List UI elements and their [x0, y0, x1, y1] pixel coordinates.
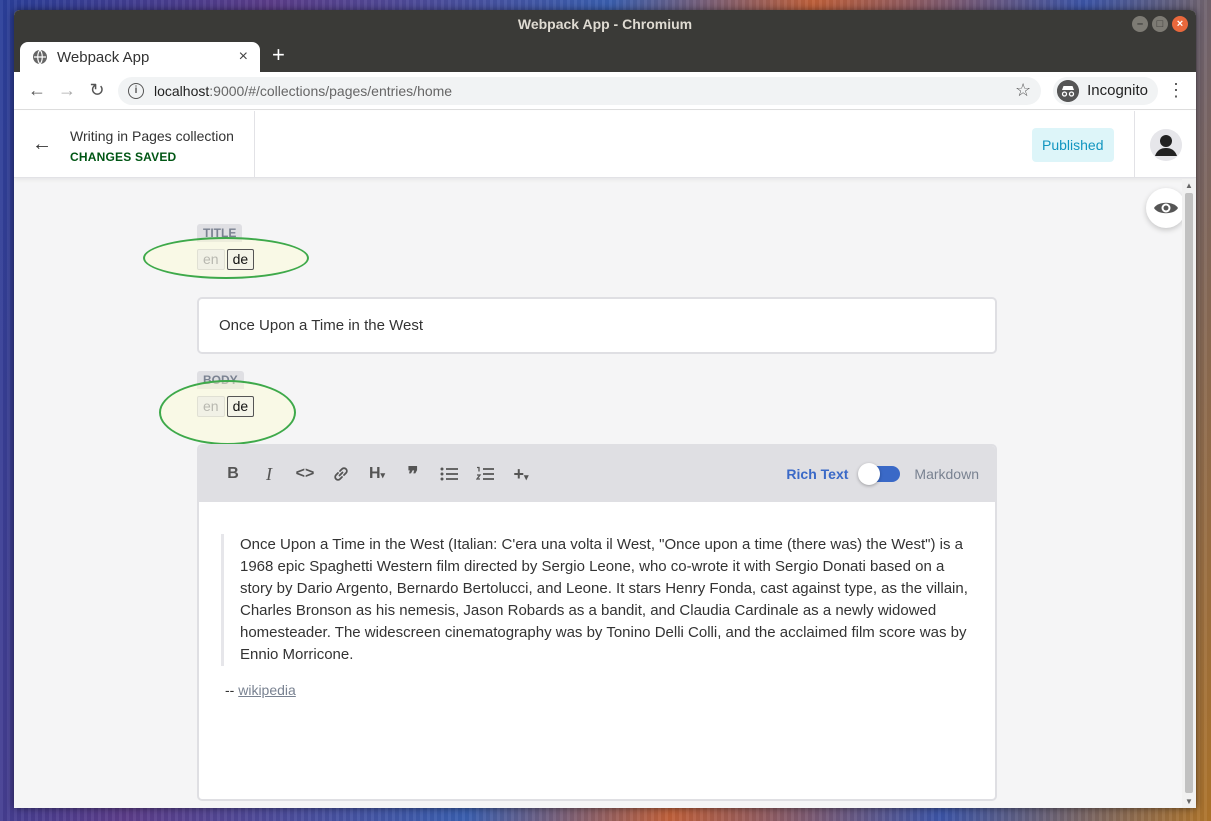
heading-dropdown-caret-icon: ▾	[380, 470, 386, 480]
add-component-label: +	[513, 463, 524, 484]
link-button[interactable]	[323, 465, 359, 483]
numbered-list-icon	[475, 466, 494, 480]
tab-strip: Webpack App × +	[14, 38, 1196, 72]
incognito-indicator[interactable]: Incognito	[1053, 76, 1158, 105]
window-controls: – □ ×	[1132, 16, 1188, 32]
new-tab-button[interactable]: +	[272, 44, 285, 66]
publish-status-button[interactable]: Published	[1032, 128, 1114, 162]
link-icon	[334, 467, 348, 481]
incognito-icon	[1057, 79, 1080, 102]
title-locale-en[interactable]: en	[197, 249, 225, 270]
back-button[interactable]: ←	[22, 80, 52, 101]
browser-tab[interactable]: Webpack App ×	[20, 42, 260, 72]
bulleted-list-icon	[440, 467, 458, 481]
bold-button[interactable]: B	[215, 465, 251, 483]
preview-toggle-button[interactable]	[1146, 188, 1186, 228]
scroll-up-arrow-icon[interactable]: ▲	[1185, 181, 1193, 190]
address-bar[interactable]: i localhost:9000/#/collections/pages/ent…	[118, 76, 1042, 105]
tab-close-icon[interactable]: ×	[239, 48, 248, 66]
markdown-label: Markdown	[914, 466, 979, 482]
add-component-button: +▾	[503, 464, 539, 485]
mode-switch-knob	[858, 463, 881, 485]
browser-window: Webpack App - Chromium – □ × Webpack App…	[14, 10, 1196, 808]
italic-button[interactable]: I	[251, 464, 287, 485]
avatar-icon	[1149, 128, 1182, 161]
heading-button[interactable]: H▾	[359, 465, 395, 483]
eye-icon	[1154, 202, 1178, 214]
rich-text-label: Rich Text	[786, 466, 849, 482]
quote-button[interactable]: ❞	[395, 462, 431, 487]
editor-mode-toggle: Rich Text Markdown	[786, 463, 979, 485]
body-locale-en[interactable]: en	[197, 396, 225, 417]
window-title: Webpack App - Chromium	[517, 16, 693, 32]
scroll-thumb[interactable]	[1185, 193, 1193, 793]
forward-button[interactable]: →	[52, 80, 82, 101]
title-input[interactable]: Once Upon a Time in the West	[197, 297, 997, 354]
body-locale-de[interactable]: de	[226, 396, 255, 417]
numbered-list-button[interactable]	[467, 465, 503, 483]
editor-content[interactable]: Once Upon a Time in the West (Italian: C…	[199, 502, 995, 698]
browser-menu-icon[interactable]: ⋮	[1164, 80, 1188, 101]
maximize-button[interactable]: □	[1152, 16, 1168, 32]
browser-toolbar: ← → ↻ i localhost:9000/#/collections/pag…	[14, 72, 1196, 110]
tab-title: Webpack App	[57, 48, 150, 66]
bulleted-list-button[interactable]	[431, 465, 467, 483]
page-scrollbar[interactable]: ▲ ▼	[1182, 179, 1196, 808]
heading-label: H	[368, 465, 381, 482]
reload-button[interactable]: ↻	[82, 80, 112, 101]
attribution: -- wikipedia	[221, 682, 973, 698]
incognito-label: Incognito	[1087, 82, 1148, 99]
body-editor: B I <> H▾ ❞ +▾ Rich Text Markdown Once U…	[197, 444, 997, 801]
wikipedia-link[interactable]: wikipedia	[238, 682, 296, 698]
blockquote: Once Upon a Time in the West (Italian: C…	[221, 534, 973, 666]
add-component-caret-icon: ▾	[523, 471, 529, 482]
entry-status: Writing in Pages collection CHANGES SAVE…	[70, 111, 255, 177]
user-menu[interactable]	[1134, 111, 1196, 178]
body-locale-switcher: en de	[197, 396, 255, 417]
back-to-collection-button[interactable]: ←	[14, 111, 70, 177]
attribution-prefix: --	[225, 682, 239, 698]
code-button[interactable]: <>	[287, 465, 323, 483]
save-status: CHANGES SAVED	[70, 150, 177, 164]
cms-app: ← Writing in Pages collection CHANGES SA…	[14, 111, 1196, 808]
mode-switch[interactable]	[858, 463, 901, 485]
close-window-button[interactable]: ×	[1172, 16, 1188, 32]
minimize-button[interactable]: –	[1132, 16, 1148, 32]
url-path: :9000/#/collections/pages/entries/home	[209, 82, 453, 99]
scroll-down-arrow-icon[interactable]: ▼	[1185, 797, 1193, 806]
bookmark-star-icon[interactable]: ☆	[1015, 80, 1031, 101]
info-icon[interactable]: i	[128, 82, 144, 99]
editor-header: ← Writing in Pages collection CHANGES SA…	[14, 111, 1196, 178]
window-titlebar: Webpack App - Chromium – □ ×	[14, 10, 1196, 38]
url-host: localhost	[154, 82, 210, 99]
globe-icon	[33, 49, 47, 65]
title-locale-switcher: en de	[197, 249, 255, 270]
collection-text: Writing in Pages collection	[70, 128, 234, 144]
editor-toolbar: B I <> H▾ ❞ +▾ Rich Text Markdown	[199, 446, 995, 502]
title-locale-de[interactable]: de	[226, 249, 255, 270]
